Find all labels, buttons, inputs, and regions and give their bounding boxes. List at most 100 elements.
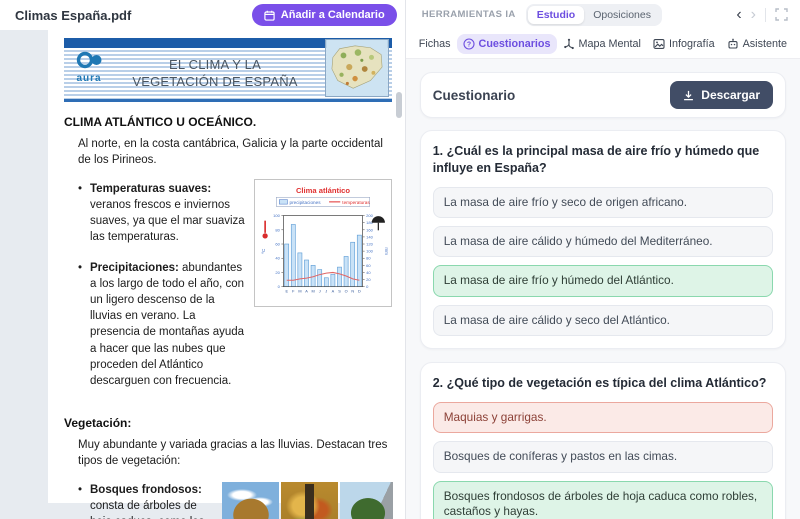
question-text: 1. ¿Cuál es la principal masa de aire fr… [432, 144, 760, 175]
svg-text:M: M [312, 289, 315, 293]
svg-text:200: 200 [366, 213, 374, 218]
svg-text:0: 0 [278, 284, 281, 289]
tab-asistente[interactable]: Asistente [721, 34, 793, 54]
assistant-icon [727, 38, 739, 50]
mode-toggle: Estudio Oposiciones [525, 3, 662, 26]
download-icon [684, 90, 694, 100]
tab-cuestionarios[interactable]: ? Cuestionarios [456, 33, 557, 54]
svg-text:temperaturas: temperaturas [342, 200, 370, 205]
svg-text:100: 100 [273, 213, 281, 218]
svg-text:40: 40 [366, 270, 371, 275]
question-card-1: 1. ¿Cuál es la principal masa de aire fr… [419, 130, 786, 350]
svg-text:ºC: ºC [261, 248, 266, 254]
svg-text:160: 160 [366, 227, 374, 232]
divider [765, 7, 766, 22]
svg-text:20: 20 [275, 270, 280, 275]
file-title: Climas España.pdf [15, 7, 132, 23]
svg-text:O: O [345, 289, 348, 293]
add-to-calendar-button[interactable]: Añadir a Calendario [251, 4, 397, 26]
download-label: Descargar [701, 88, 760, 102]
tree-image [222, 481, 279, 519]
tab-label: Fichas [418, 37, 451, 50]
spain-map-image [325, 39, 389, 97]
expand-icon[interactable] [775, 8, 788, 21]
pdf-panel: Climas España.pdf Añadir a Calendario au… [0, 0, 405, 519]
document-title-line2: VEGETACIÓN DE ESPAÑA [132, 73, 298, 89]
document-title-line1: EL CLIMA Y LA [169, 56, 261, 72]
tree-photo-haya: HAYA [222, 481, 279, 519]
quiz-header-card: Cuestionario Descargar [419, 72, 786, 118]
tab-infografía[interactable]: Infografía [647, 34, 721, 54]
svg-text:100: 100 [366, 248, 374, 253]
answer-option[interactable]: Bosques de coníferas y pastos en las cim… [432, 441, 773, 473]
tab-label: Asistente [742, 37, 787, 50]
climate-chart: Clima atlántico precipitaciones temperatur… [254, 178, 392, 307]
calendar-icon [264, 10, 275, 21]
chevron-left-icon[interactable]: ‹ [736, 6, 741, 23]
svg-text:120: 120 [366, 241, 374, 246]
svg-text:40: 40 [275, 255, 280, 260]
tree-photo-castaño: CASTAÑO [281, 481, 338, 519]
answer-option[interactable]: La masa de aire frío y seco de origen af… [432, 186, 773, 219]
pdf-scrollbar-thumb[interactable] [395, 92, 402, 118]
aura-logo-text: aura [76, 73, 102, 84]
svg-text:mm: mm [384, 247, 389, 255]
vegetation-bullets: Bosques frondosos: consta de árboles de … [66, 482, 216, 519]
ai-tools-panel: HERRAMIENTAS IA Estudio Oposiciones ‹ › F… [404, 0, 800, 519]
svg-text:A: A [305, 289, 308, 293]
aura-logo: aura [72, 51, 106, 84]
tree-photo-roble: ROBLE [340, 481, 397, 519]
quiz-title: Cuestionario [432, 87, 516, 103]
question-card-2: 2. ¿Qué tipo de vegetación es típica del… [419, 362, 786, 519]
document-banner: aura EL CLIMA Y LA VEGETACIÓN DE ESPAÑA [64, 38, 392, 102]
answer-option[interactable]: La masa de aire cálido y húmedo del Medi… [432, 226, 773, 258]
svg-text:J: J [325, 289, 327, 293]
intro-paragraph: Al norte, en la costa cantábrica, Galici… [78, 138, 383, 166]
svg-text:M: M [298, 289, 301, 293]
tools-header: HERRAMIENTAS IA Estudio Oposiciones ‹ › [405, 0, 800, 29]
answer-option[interactable]: La masa de aire frío y húmedo del Atlánt… [432, 265, 773, 297]
mindmap-icon [563, 38, 575, 50]
svg-text:20: 20 [366, 277, 371, 282]
aura-logo-icon [76, 51, 102, 69]
answer-option[interactable]: La masa de aire cálido y seco del Atlánt… [432, 304, 773, 337]
svg-text:140: 140 [366, 234, 374, 239]
svg-text:F: F [292, 289, 295, 293]
nav-icons: ‹ › [736, 6, 788, 23]
svg-text:A: A [332, 289, 335, 293]
svg-text:60: 60 [275, 241, 280, 246]
tab-label: Cuestionarios [478, 37, 551, 50]
questions-list: 1. ¿Cuál es la principal masa de aire fr… [419, 130, 786, 519]
tools-title: HERRAMIENTAS IA [421, 9, 516, 20]
tab-mapa-mental[interactable]: Mapa Mental [557, 34, 647, 54]
app-window: Climas España.pdf Añadir a Calendario au… [0, 0, 800, 519]
tool-tabs: Fichas? Cuestionarios Mapa Mental Infografí… [405, 29, 800, 59]
tab-fichas[interactable]: Fichas [413, 34, 457, 54]
chevron-right-icon[interactable]: › [751, 6, 756, 23]
pdf-scrollbar-track[interactable] [392, 30, 405, 519]
svg-text:E: E [285, 289, 288, 293]
vegetation-row: Bosques frondosos: consta de árboles de … [66, 480, 397, 519]
answer-option[interactable]: Bosques frondosos de árboles de hoja cad… [432, 480, 773, 519]
svg-text:80: 80 [275, 227, 280, 232]
svg-text:?: ? [466, 41, 470, 48]
svg-text:D: D [358, 289, 361, 293]
question-circle-icon: ? [462, 37, 475, 50]
section-heading: CLIMA ATLÁNTICO U OCEÁNICO. [64, 115, 257, 129]
segment-estudio[interactable]: Estudio [527, 5, 585, 24]
tree-image [281, 481, 338, 519]
vegetation-intro: Muy abundante y variada gracias a las ll… [78, 438, 388, 467]
quiz-content: Cuestionario Descargar 1. ¿Cuál es la pr… [405, 59, 800, 519]
climate-bullets: Temperaturas suaves: veranos frescos e i… [66, 181, 246, 404]
svg-text:80: 80 [366, 255, 371, 260]
download-button[interactable]: Descargar [670, 81, 773, 109]
pdf-viewport[interactable]: aura EL CLIMA Y LA VEGETACIÓN DE ESPAÑA [0, 30, 405, 519]
svg-text:60: 60 [366, 263, 371, 268]
tree-figures: HAYACASTAÑOROBLE [222, 481, 397, 519]
segment-oposiciones[interactable]: Oposiciones [584, 6, 660, 24]
svg-text:J: J [319, 289, 321, 293]
answer-option[interactable]: Maquias y garrigas. [432, 401, 773, 434]
svg-text:precipitaciones: precipitaciones [289, 200, 321, 205]
question-text: 2. ¿Qué tipo de vegetación es típica del… [432, 376, 767, 391]
tab-label: Infografía [668, 37, 715, 50]
